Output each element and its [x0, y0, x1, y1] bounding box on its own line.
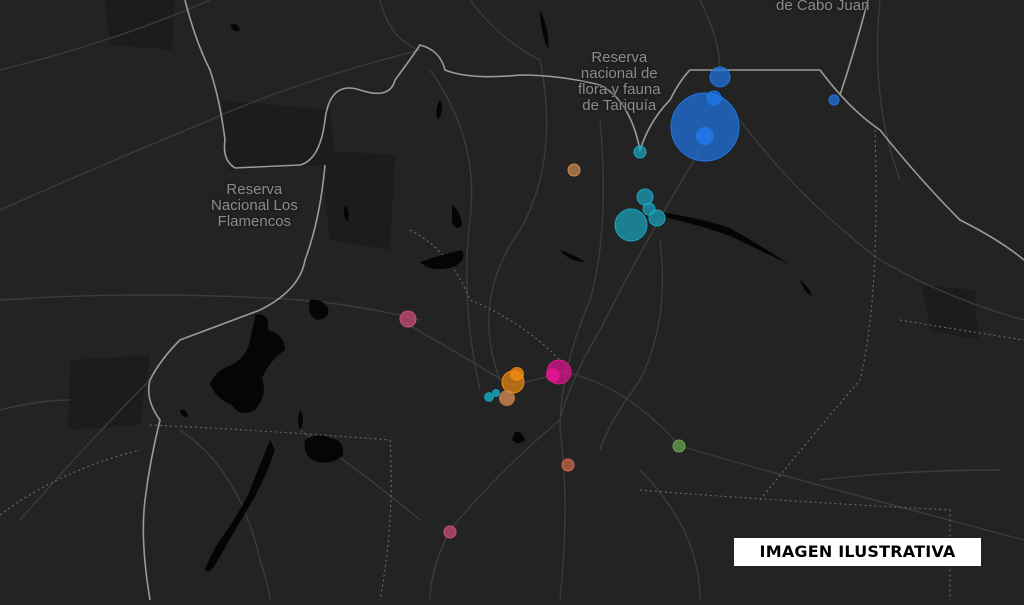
marker-cyan-cluster-small-b[interactable]	[492, 389, 500, 397]
terrain-patches	[68, 0, 978, 430]
marker-salmon-south[interactable]	[443, 525, 457, 539]
label-cabo-juan: de Cabo Juan	[776, 0, 870, 14]
marker-salmon-mid[interactable]	[561, 458, 575, 472]
marker-orange-cluster-b[interactable]	[499, 390, 515, 406]
marker-magenta-core[interactable]	[546, 368, 560, 382]
label-reserva-flamencos: Reserva Nacional Los Flamencos	[211, 181, 298, 230]
label-reserva-tariquia: Reserva nacional de flora y fauna de Tar…	[578, 49, 661, 114]
marker-tan-north[interactable]	[567, 163, 581, 177]
marker-blue-east[interactable]	[828, 94, 840, 106]
marker-cyan-large[interactable]	[614, 208, 648, 242]
map-canvas[interactable]	[0, 0, 1024, 601]
road-network	[0, 0, 1024, 601]
marker-layer	[399, 66, 840, 539]
marker-orange-cluster-c[interactable]	[510, 367, 524, 381]
marker-pink-west[interactable]	[399, 310, 417, 328]
map[interactable]: de Cabo Juan Reserva nacional de flora y…	[0, 0, 1024, 601]
marker-cyan-c[interactable]	[648, 209, 666, 227]
marker-green-east[interactable]	[672, 439, 686, 453]
illustrative-image-badge: IMAGEN ILUSTRATIVA	[734, 538, 981, 566]
marker-blue-north[interactable]	[709, 66, 731, 88]
marker-large-blue-core[interactable]	[696, 127, 714, 145]
marker-blue-small[interactable]	[706, 90, 722, 106]
admin-boundaries	[0, 129, 1024, 601]
marker-cyan-d[interactable]	[633, 145, 647, 159]
marker-cyan-a[interactable]	[636, 188, 654, 206]
